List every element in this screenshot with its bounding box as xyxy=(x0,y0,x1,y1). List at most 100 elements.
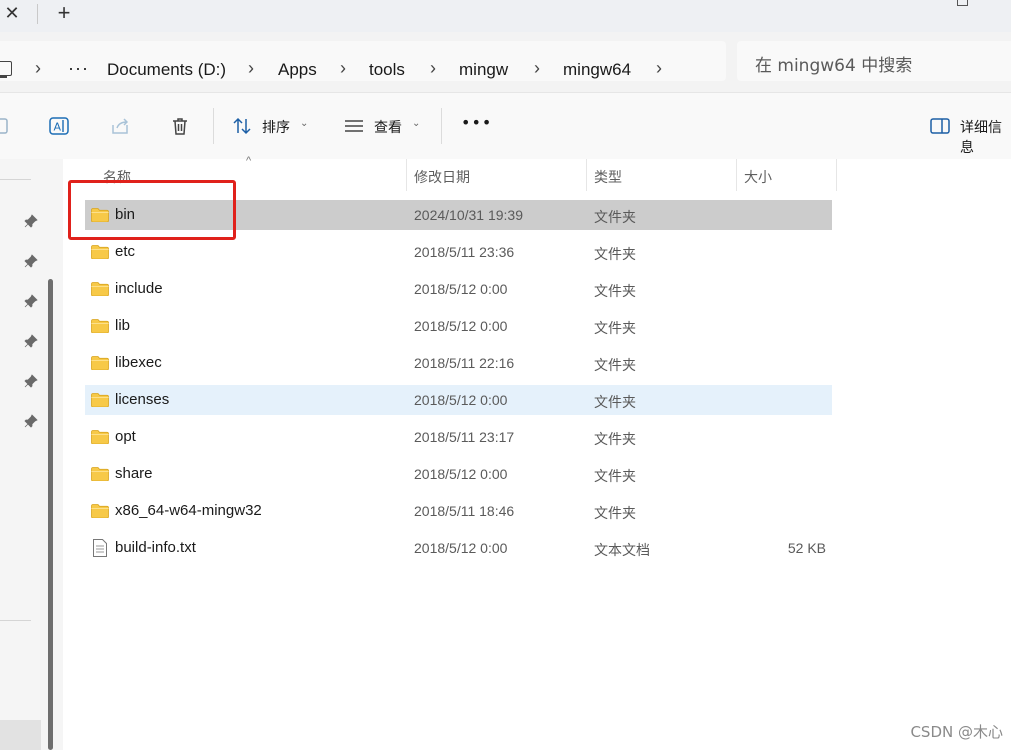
toolbar-divider xyxy=(213,108,214,144)
sidebar-divider xyxy=(0,620,31,621)
watermark: CSDN @木心 xyxy=(910,723,1003,741)
folder-row[interactable]: include 2018/5/12 0:00 文件夹 xyxy=(85,274,832,304)
rename-icon[interactable]: A xyxy=(48,115,70,137)
file-modified: 2018/5/12 0:00 xyxy=(414,540,508,556)
column-divider[interactable] xyxy=(586,159,587,191)
file-modified: 2018/5/12 0:00 xyxy=(414,318,508,334)
chevron-down-icon[interactable]: ⌄ xyxy=(300,118,308,129)
navigation-pane xyxy=(0,159,63,750)
column-divider[interactable] xyxy=(406,159,407,191)
breadcrumb-more[interactable]: ··· xyxy=(68,58,89,79)
chevron-right-icon[interactable]: › xyxy=(248,58,254,79)
search-placeholder: 在 mingw64 中搜索 xyxy=(755,56,913,76)
folder-icon xyxy=(91,319,109,333)
file-name: x86_64-w64-mingw32 xyxy=(115,502,262,519)
chevron-right-icon[interactable]: › xyxy=(430,58,436,79)
file-type: 文件夹 xyxy=(594,469,636,485)
file-type: 文件夹 xyxy=(594,210,636,226)
folder-row[interactable]: licenses 2018/5/12 0:00 文件夹 xyxy=(85,385,832,415)
sidebar-item[interactable] xyxy=(0,720,41,750)
details-button[interactable]: 详细信息 xyxy=(960,117,1011,157)
file-modified: 2018/5/12 0:00 xyxy=(414,466,508,482)
column-header-type[interactable]: 类型 xyxy=(594,167,622,187)
file-name: build-info.txt xyxy=(115,539,196,556)
breadcrumb-item-tools[interactable]: tools xyxy=(369,60,405,80)
chevron-right-icon[interactable]: › xyxy=(534,58,540,79)
delete-icon[interactable] xyxy=(169,115,191,137)
column-header-modified[interactable]: 修改日期 xyxy=(414,167,470,187)
sort-icon[interactable] xyxy=(231,115,253,137)
pin-icon[interactable] xyxy=(24,374,38,388)
pin-icon[interactable] xyxy=(24,294,38,308)
annotation-highlight-box xyxy=(68,180,236,240)
folder-icon xyxy=(91,467,109,481)
breadcrumb-item-mingw[interactable]: mingw xyxy=(459,60,508,80)
file-name: licenses xyxy=(115,391,170,408)
address-row: › ··· Documents (D:) › Apps › tools › mi… xyxy=(0,32,1011,93)
file-size: 52 KB xyxy=(787,540,826,556)
file-modified: 2018/5/11 18:46 xyxy=(414,503,515,519)
folder-icon xyxy=(91,504,109,518)
folder-icon xyxy=(91,282,109,296)
chevron-right-icon[interactable]: › xyxy=(340,58,346,79)
sort-button[interactable]: 排序 xyxy=(262,117,290,137)
folder-icon xyxy=(91,393,109,407)
column-header-size[interactable]: 大小 xyxy=(744,167,772,187)
breadcrumb-item-mingw64[interactable]: mingw64 xyxy=(563,60,631,80)
more-options-button[interactable]: ••• xyxy=(461,113,492,132)
view-button[interactable]: 查看 xyxy=(374,117,402,137)
close-tab-icon[interactable]: ✕ xyxy=(2,2,22,24)
folder-row[interactable]: etc 2018/5/11 23:36 文件夹 xyxy=(85,237,832,267)
text-file-icon xyxy=(93,539,107,557)
file-name: opt xyxy=(115,428,136,445)
address-bar[interactable]: › ··· Documents (D:) › Apps › tools › mi… xyxy=(0,41,726,81)
pin-icon[interactable] xyxy=(24,214,38,228)
copy-icon[interactable] xyxy=(0,115,14,137)
view-icon[interactable] xyxy=(343,115,365,137)
file-modified: 2024/10/31 19:39 xyxy=(414,207,523,223)
svg-text:A: A xyxy=(54,121,62,134)
file-name: libexec xyxy=(115,354,162,371)
folder-row[interactable]: opt 2018/5/11 23:17 文件夹 xyxy=(85,422,832,452)
file-name: share xyxy=(115,465,153,482)
file-row[interactable]: build-info.txt 2018/5/12 0:00 文本文档 52 KB xyxy=(85,533,832,563)
file-modified: 2018/5/11 23:17 xyxy=(414,429,515,445)
details-pane-icon[interactable] xyxy=(929,115,951,137)
file-name: include xyxy=(115,280,163,297)
column-divider[interactable] xyxy=(836,159,837,191)
pin-icon[interactable] xyxy=(24,334,38,348)
column-divider[interactable] xyxy=(736,159,737,191)
file-list: ^ 名称 修改日期 类型 大小 bin 2024/10/31 19:39 文件夹 et… xyxy=(63,155,1011,750)
file-type: 文件夹 xyxy=(594,506,636,522)
file-type: 文件夹 xyxy=(594,432,636,448)
folder-icon xyxy=(91,430,109,444)
file-type: 文件夹 xyxy=(594,247,636,263)
file-modified: 2018/5/12 0:00 xyxy=(414,392,508,408)
folder-row[interactable]: libexec 2018/5/11 22:16 文件夹 xyxy=(85,348,832,378)
file-modified: 2018/5/12 0:00 xyxy=(414,281,508,297)
chevron-right-icon[interactable]: › xyxy=(656,58,662,79)
folder-row[interactable]: x86_64-w64-mingw32 2018/5/11 18:46 文件夹 xyxy=(85,496,832,526)
new-tab-icon[interactable]: + xyxy=(54,0,74,26)
sort-ascending-icon: ^ xyxy=(246,155,252,167)
sidebar-divider xyxy=(0,179,31,180)
breadcrumb-item-apps[interactable]: Apps xyxy=(278,60,317,80)
folder-row[interactable]: lib 2018/5/12 0:00 文件夹 xyxy=(85,311,832,341)
file-type: 文件夹 xyxy=(594,321,636,337)
maximize-icon[interactable] xyxy=(957,0,968,6)
toolbar-divider xyxy=(441,108,442,144)
breadcrumb-item-documents[interactable]: Documents (D:) xyxy=(107,60,226,80)
folder-icon xyxy=(91,356,109,370)
command-bar: A 排序 ⌄ 查看 ⌄ ••• 详细信息 xyxy=(0,93,1011,160)
search-input[interactable]: 在 mingw64 中搜索 xyxy=(737,41,1011,81)
folder-row[interactable]: share 2018/5/12 0:00 文件夹 xyxy=(85,459,832,489)
file-name: etc xyxy=(115,243,136,260)
this-pc-icon[interactable] xyxy=(0,61,12,78)
pin-icon[interactable] xyxy=(24,254,38,268)
sidebar-scrollbar[interactable] xyxy=(48,279,53,750)
share-icon[interactable] xyxy=(109,115,131,137)
pin-icon[interactable] xyxy=(24,414,38,428)
chevron-down-icon[interactable]: ⌄ xyxy=(412,118,420,129)
file-type: 文件夹 xyxy=(594,358,636,374)
chevron-right-icon[interactable]: › xyxy=(35,58,41,79)
